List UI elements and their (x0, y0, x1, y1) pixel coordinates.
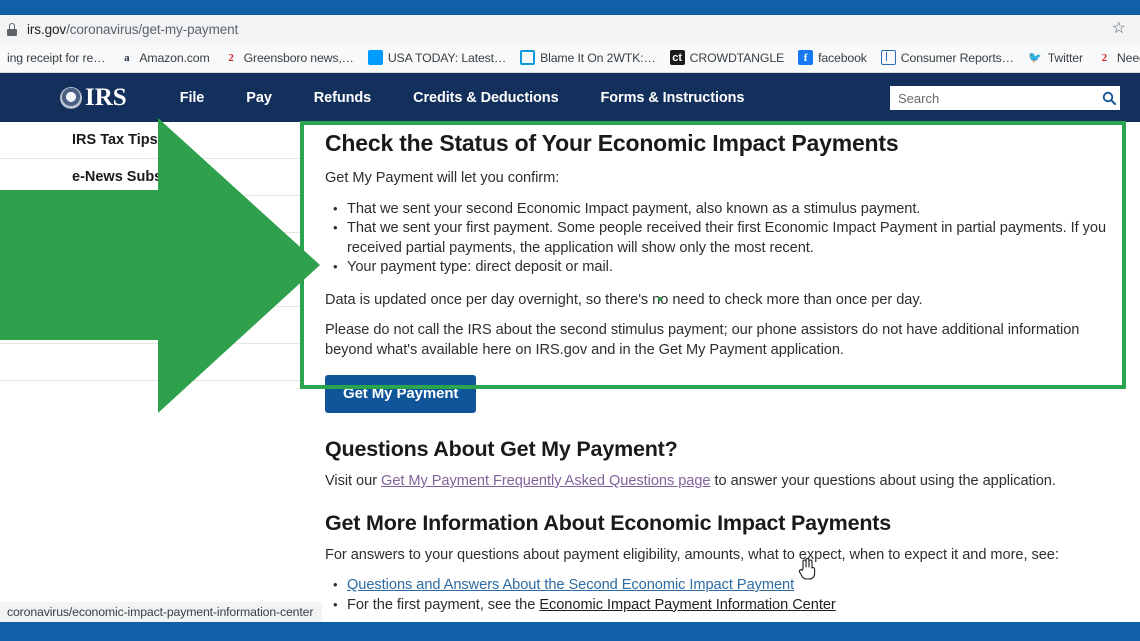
bookmark-label: Blame It On 2WTK:… (540, 50, 656, 65)
list-item: Questions and Answers About the Second E… (325, 575, 1115, 596)
list-item: That we sent your first payment. Some pe… (325, 218, 1115, 258)
bookmark-label: Need your unempl… (1116, 50, 1140, 65)
sidebar-divider (0, 344, 300, 381)
bookmark-item[interactable]: 🐦 Twitter (1021, 43, 1090, 72)
mouse-cursor-hand-icon (798, 558, 816, 580)
nav-item-refunds[interactable]: Refunds (293, 90, 392, 106)
blue-circle-icon (520, 50, 536, 65)
confirm-bullet-list: That we sent your second Economic Impact… (325, 199, 1115, 278)
first-payment-pre-text: For the first payment, see the (347, 596, 540, 613)
intro-text: Get My Payment will let you confirm: (325, 170, 560, 186)
sidebar-item-e-news-subscriptions[interactable]: e-News Subs (0, 159, 300, 196)
irs-seal-icon (60, 86, 82, 109)
page-title: Check the Status of Your Economic Impact… (325, 130, 899, 156)
consumer-reports-icon (880, 50, 896, 65)
faq-paragraph: Visit our Get My Payment Frequently Aske… (325, 472, 1115, 492)
star-icon[interactable]: ☆ (1112, 21, 1126, 37)
more-info-bullet-list: Questions and Answers About the Second E… (325, 575, 1115, 616)
url-path: /coronavirus/get-my-payment (66, 21, 239, 37)
page-body: IRS Tax Tips e-News Subs Check the Statu… (0, 122, 1140, 641)
irs-logo-text: IRS (85, 84, 127, 111)
green-dot-artifact (658, 297, 662, 301)
irs-logo[interactable]: IRS (60, 73, 127, 122)
bookmarks-bar: ing receipt for re… a Amazon.com 2 Green… (0, 43, 1140, 73)
nav-item-forms-instructions[interactable]: Forms & Instructions (580, 90, 766, 106)
search-input[interactable] (890, 90, 1098, 106)
second-eip-qa-link[interactable]: Questions and Answers About the Second E… (347, 577, 794, 593)
twitter-icon: 🐦 (1028, 52, 1043, 64)
more-info-intro: For answers to your questions about paym… (325, 546, 1059, 563)
bookmark-item[interactable]: ct CROWDTANGLE (663, 43, 791, 72)
get-my-payment-faq-link[interactable]: Get My Payment Frequently Asked Question… (381, 473, 711, 489)
site-search[interactable] (890, 86, 1120, 110)
bookmark-label: ing receipt for re… (7, 50, 106, 65)
bookmark-item[interactable]: USA TODAY: Latest… (361, 43, 513, 72)
bookmark-item[interactable]: f facebook (791, 43, 874, 72)
faq-pre-text: Visit our (325, 473, 382, 489)
list-item: For the first payment, see the Economic … (325, 595, 1115, 616)
bookmark-item[interactable]: Consumer Reports… (874, 43, 1021, 72)
sidebar-divider (0, 196, 300, 233)
get-my-payment-button[interactable]: Get My Payment (325, 375, 477, 413)
more-info-heading: Get More Information About Economic Impa… (325, 510, 891, 535)
address-bar-url: irs.gov/coronavirus/get-my-payment (27, 22, 238, 37)
bookmark-item[interactable]: 2 Greensboro news,… (217, 43, 361, 72)
bookmark-label: Consumer Reports… (900, 50, 1014, 65)
do-not-call-note: Please do not call the IRS about the sec… (325, 322, 1080, 358)
sidebar-item-label: IRS Tax Tips (72, 132, 158, 148)
bookmark-label: Amazon.com (139, 50, 210, 65)
url-host: irs.gov (27, 21, 67, 37)
bookmark-label: CROWDTANGLE (689, 50, 785, 65)
browser-tab-strip (0, 0, 1140, 15)
bookmark-item[interactable]: 2 Need your unempl… (1090, 43, 1140, 72)
nav-item-pay[interactable]: Pay (225, 90, 293, 106)
sidebar-divider (0, 233, 300, 270)
questions-heading: Questions About Get My Payment? (325, 437, 678, 461)
nav-links: File Pay Refunds Credits & Deductions Fo… (159, 90, 766, 106)
bookmark-label: Greensboro news,… (243, 50, 354, 65)
main-content: Check the Status of Your Economic Impact… (325, 122, 1115, 641)
amazon-icon: a (124, 51, 130, 64)
sidebar-divider (0, 270, 300, 307)
list-item: Your payment type: direct deposit or mai… (325, 257, 1115, 278)
lock-icon (5, 22, 19, 36)
facebook-icon: f (798, 50, 814, 65)
nav-item-file[interactable]: File (159, 90, 226, 106)
sidebar: IRS Tax Tips e-News Subs (0, 122, 300, 381)
wfmy-2-icon: 2 (228, 51, 234, 64)
bookmark-label: facebook (818, 50, 867, 65)
taskbar (0, 622, 1140, 641)
bookmark-label: Twitter (1047, 50, 1083, 65)
address-bar[interactable]: irs.gov/coronavirus/get-my-payment ☆ (0, 15, 1140, 43)
browser-window: irs.gov/coronavirus/get-my-payment ☆ ing… (0, 0, 1140, 641)
usa-today-icon (367, 50, 383, 65)
sidebar-divider (0, 307, 300, 344)
nav-item-credits-deductions[interactable]: Credits & Deductions (392, 90, 579, 106)
bookmark-item[interactable]: ing receipt for re… (0, 43, 112, 72)
bookmark-item[interactable]: Blame It On 2WTK:… (513, 43, 663, 72)
status-bar-url: coronavirus/economic-impact-payment-info… (7, 605, 314, 619)
faq-post-text: to answer your questions about using the… (710, 473, 1056, 489)
wfmy-2-icon: 2 (1101, 51, 1108, 64)
data-update-note: Data is updated once per day overnight, … (325, 291, 923, 308)
bookmark-label: USA TODAY: Latest… (387, 50, 507, 65)
crowdtangle-icon: ct (669, 50, 685, 65)
eip-information-center-link[interactable]: Economic Impact Payment Information Cent… (539, 597, 835, 613)
bookmark-item[interactable]: a Amazon.com (112, 43, 216, 72)
status-bar-link-preview: coronavirus/economic-impact-payment-info… (0, 602, 322, 622)
sidebar-item-irs-tax-tips[interactable]: IRS Tax Tips (0, 122, 300, 159)
sidebar-item-label: e-News Subs (72, 169, 163, 185)
search-icon[interactable] (1098, 86, 1120, 110)
list-item: That we sent your second Economic Impact… (325, 199, 1115, 220)
